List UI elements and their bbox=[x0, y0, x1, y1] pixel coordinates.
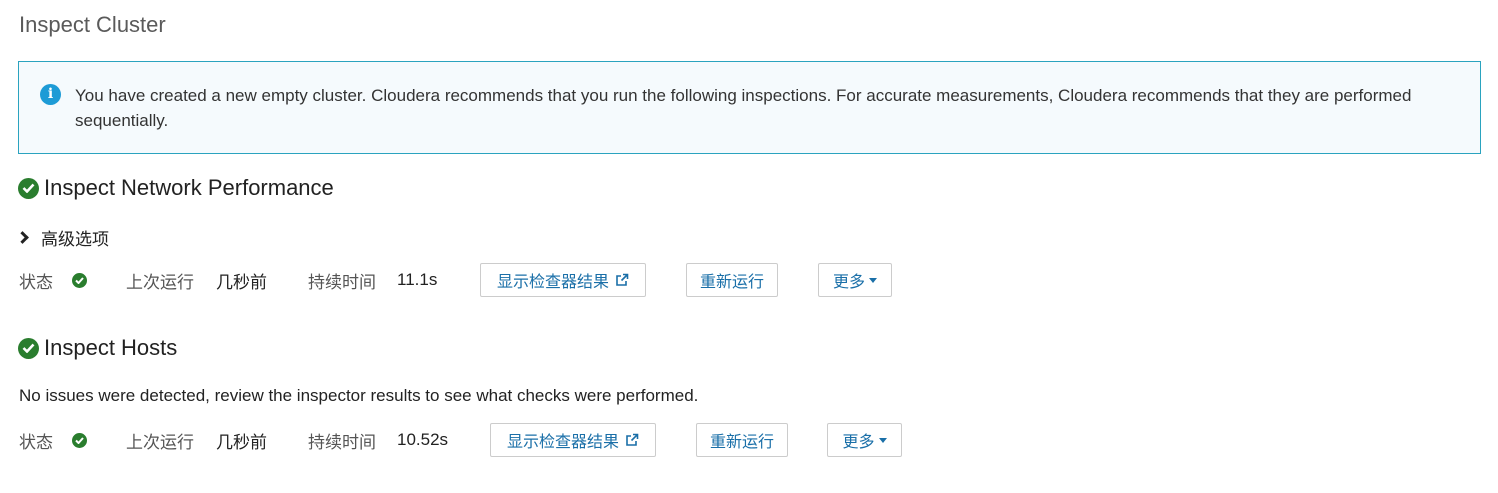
duration-value: 10.52s bbox=[397, 430, 449, 449]
info-alert: i You have created a new empty cluster. … bbox=[18, 61, 1481, 154]
more-dropdown-button[interactable]: 更多 bbox=[818, 263, 892, 297]
advanced-options-label: 高级选项 bbox=[41, 230, 109, 249]
status-ok-icon bbox=[72, 263, 87, 297]
status-ok-icon bbox=[72, 423, 87, 457]
last-run-label: 上次运行 bbox=[126, 432, 194, 452]
last-run-value: 几秒前 bbox=[216, 432, 267, 452]
hosts-description: No issues were detected, review the insp… bbox=[19, 386, 699, 405]
caret-down-icon bbox=[869, 277, 877, 283]
section-title-network: Inspect Network Performance bbox=[18, 175, 334, 201]
more-dropdown-button[interactable]: 更多 bbox=[827, 423, 902, 457]
caret-down-icon bbox=[878, 437, 887, 443]
section-title-label: Inspect Hosts bbox=[44, 335, 178, 360]
show-results-label: 显示检查器结果 bbox=[496, 274, 609, 291]
last-run-label: 上次运行 bbox=[126, 272, 194, 292]
advanced-options-toggle[interactable]: 高级选项 bbox=[16, 225, 109, 250]
duration-label: 持续时间 bbox=[308, 432, 376, 452]
chevron-right-icon bbox=[16, 231, 29, 244]
show-results-button[interactable]: 显示检查器结果 bbox=[490, 423, 656, 457]
info-icon: i bbox=[40, 84, 61, 105]
section-title-hosts: Inspect Hosts bbox=[18, 335, 177, 361]
last-run-value: 几秒前 bbox=[216, 272, 267, 292]
status-label: 状态 bbox=[19, 432, 53, 452]
page-title: Inspect Cluster bbox=[19, 12, 166, 37]
status-label: 状态 bbox=[19, 272, 53, 292]
rerun-button[interactable]: 重新运行 bbox=[696, 423, 788, 457]
info-text: You have created a new empty cluster. Cl… bbox=[75, 86, 1412, 130]
duration-label: 持续时间 bbox=[308, 272, 376, 292]
more-label: 更多 bbox=[842, 434, 875, 451]
network-status-row: 状态 上次运行 几秒前 持续时间 11.1s 显示检查器结果 重新运行 更多 bbox=[19, 263, 1019, 297]
show-results-button[interactable]: 显示检查器结果 bbox=[480, 263, 646, 297]
check-circle-icon bbox=[18, 177, 39, 199]
show-results-label: 显示检查器结果 bbox=[506, 434, 619, 451]
rerun-button[interactable]: 重新运行 bbox=[686, 263, 778, 297]
duration-value: 11.1s bbox=[397, 270, 438, 289]
external-link-icon bbox=[626, 433, 639, 446]
section-title-label: Inspect Network Performance bbox=[44, 175, 334, 200]
external-link-icon bbox=[616, 273, 629, 286]
hosts-status-row: 状态 上次运行 几秒前 持续时间 10.52s 显示检查器结果 重新运行 更多 bbox=[19, 423, 1019, 457]
check-circle-icon bbox=[18, 337, 39, 359]
more-label: 更多 bbox=[832, 274, 865, 291]
